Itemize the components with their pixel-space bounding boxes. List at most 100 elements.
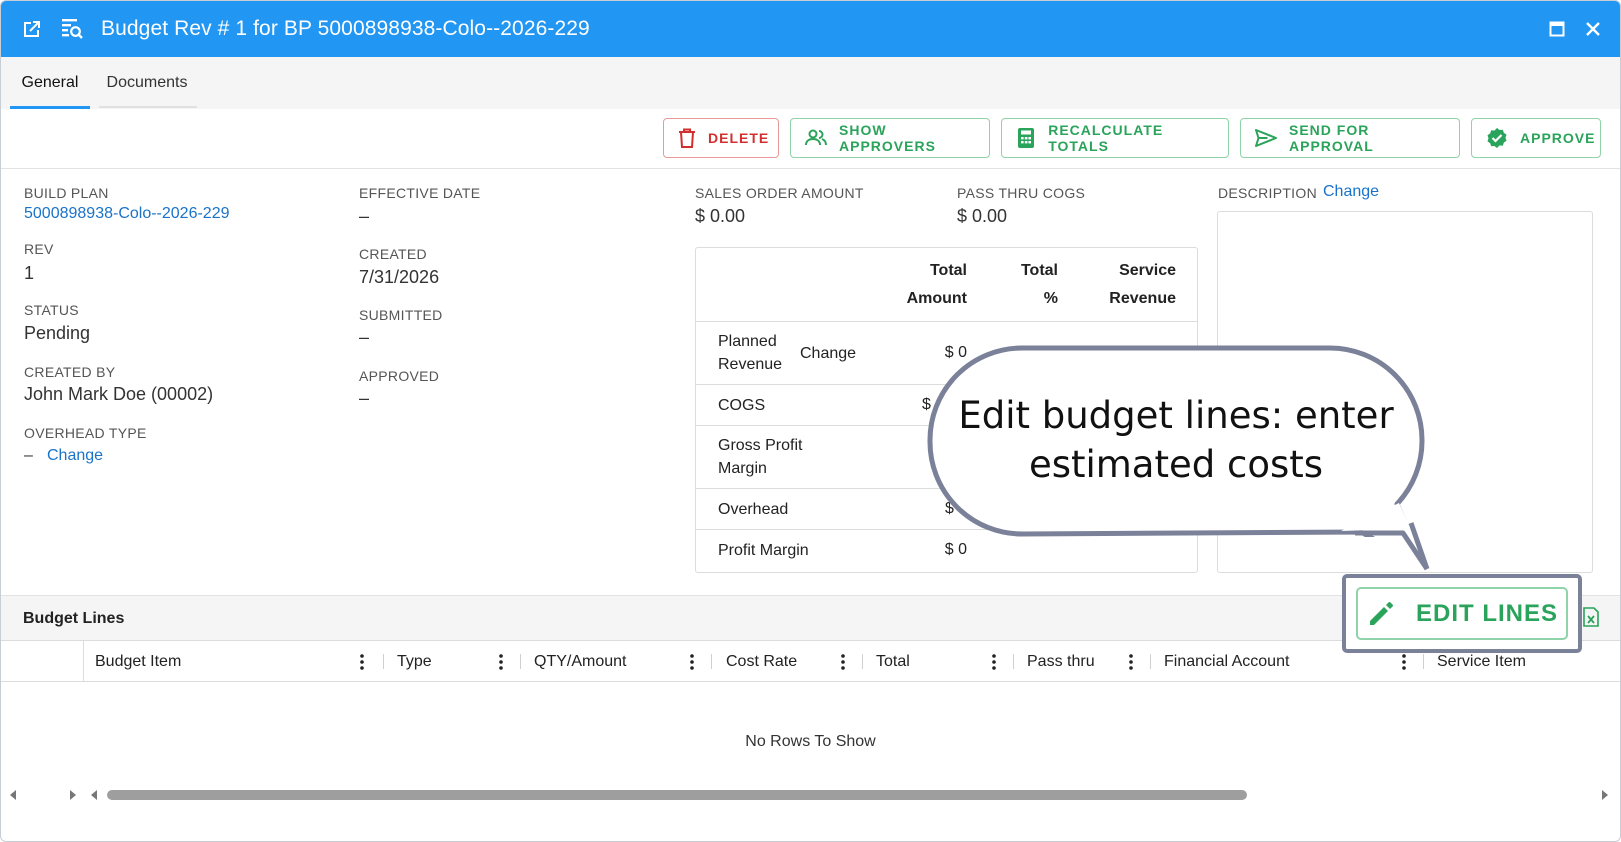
sales-order-amount-value: $ 0.00 [695, 206, 746, 226]
gross-profit-line2: Margin [718, 460, 767, 477]
tab-divider [99, 106, 197, 108]
column-pass-thru[interactable]: Pass thru [1027, 641, 1095, 682]
header-total-pct-line1: Total [1020, 262, 1058, 279]
column-financial-account[interactable]: Financial Account [1164, 641, 1289, 682]
submitted-label: SUBMITTED [359, 307, 443, 323]
delete-label: DELETE [708, 130, 770, 146]
column-divider [383, 654, 384, 669]
show-approvers-button[interactable]: SHOW APPROVERS [790, 118, 990, 158]
effective-date-value: – [359, 206, 370, 226]
tab-documents[interactable]: Documents [97, 57, 197, 109]
delete-button[interactable]: DELETE [663, 118, 779, 158]
excel-export-icon[interactable] [1583, 607, 1599, 627]
header-service-revenue-line2: Revenue [1109, 290, 1176, 307]
callout-text: Edit budget lines: enter estimated costs [927, 391, 1425, 489]
header-total-amount-line1: Total [929, 262, 967, 279]
status-value: Pending [24, 323, 91, 343]
created-by-value: John Mark Doe (00002) [24, 384, 214, 404]
submitted-value: – [359, 327, 370, 347]
overhead-change-link[interactable]: Change [47, 447, 103, 465]
header-total-pct-line2: % [1043, 290, 1058, 307]
recalculate-totals-button[interactable]: RECALCULATE TOTALS [1001, 118, 1229, 158]
summary-header: Total Amount Total % Service Revenue [696, 248, 1197, 322]
effective-date-label: EFFECTIVE DATE [359, 185, 481, 201]
budget-lines-title: Budget Lines [23, 610, 125, 627]
column-menu-icon[interactable] [1126, 652, 1136, 672]
window-title: Budget Rev # 1 for BP 5000898938-Colo--2… [101, 17, 590, 40]
rev-label: REV [24, 241, 54, 257]
column-menu-icon[interactable] [687, 652, 697, 672]
show-approvers-label: SHOW APPROVERS [839, 122, 936, 154]
open-external-icon[interactable] [19, 16, 45, 42]
overhead-amount: $ [945, 500, 954, 517]
column-menu-icon[interactable] [496, 652, 506, 672]
trash-icon [678, 127, 696, 149]
scroll-right-arrow-icon[interactable] [1599, 789, 1611, 801]
title-bar: Budget Rev # 1 for BP 5000898938-Colo--2… [1, 1, 1620, 57]
row-planned-revenue: Planned Revenue Change $ 0 [696, 322, 1197, 385]
action-toolbar: DELETE SHOW APPROVERS RECALCULATE TOTALS… [1, 109, 1620, 169]
callout-pointer [1341, 503, 1430, 571]
approved-value: – [359, 388, 370, 408]
pass-thru-cogs-value: $ 0.00 [957, 206, 1008, 226]
column-divider [711, 654, 712, 669]
build-plan-link[interactable]: 5000898938-Colo--2026-229 [24, 205, 230, 223]
checkbox-column-divider [83, 641, 84, 682]
tab-general[interactable]: General [10, 57, 90, 109]
cogs-label: COGS [718, 397, 766, 414]
column-menu-icon[interactable] [838, 652, 848, 672]
planned-revenue-line2: Revenue [718, 356, 783, 373]
recalculate-label: RECALCULATE TOTALS [1048, 122, 1164, 154]
rev-value: 1 [24, 263, 35, 283]
gross-profit-line1: Gross Profit [718, 437, 803, 454]
column-menu-icon[interactable] [357, 652, 367, 672]
row-overhead: Overhead $ [696, 489, 1197, 530]
planned-revenue-line1: Planned [718, 333, 777, 350]
column-total[interactable]: Total [876, 641, 910, 682]
column-divider [1013, 654, 1014, 669]
profit-margin-amount: $ 0 [944, 541, 967, 558]
scrollbar-thumb[interactable] [107, 790, 1247, 800]
approve-label: APPROVE [1520, 130, 1596, 146]
column-cost-rate[interactable]: Cost Rate [726, 641, 797, 682]
column-qty-amount[interactable]: QTY/Amount [534, 641, 626, 682]
description-change-link[interactable]: Change [1323, 183, 1379, 201]
column-type[interactable]: Type [397, 641, 432, 682]
column-divider [520, 654, 521, 669]
sales-order-amount-label: SALES ORDER AMOUNT [695, 185, 864, 201]
empty-grid-message: No Rows To Show [745, 733, 876, 750]
edit-lines-highlight: EDIT LINES [1342, 574, 1582, 653]
planned-revenue-amount: $ 0 [944, 344, 967, 361]
close-icon[interactable] [1580, 16, 1606, 42]
callout-line-1: Edit budget lines: enter [958, 394, 1394, 437]
overhead-label: Overhead [718, 501, 789, 518]
horizontal-scrollbar[interactable] [1, 787, 1620, 803]
row-profit-margin: Profit Margin $ 0 [696, 530, 1197, 572]
column-menu-icon[interactable] [989, 652, 999, 672]
header-service-revenue-line1: Service [1119, 262, 1176, 279]
tab-bar: General Documents [1, 57, 1620, 109]
search-document-icon[interactable] [59, 16, 85, 42]
profit-margin-label: Profit Margin [718, 542, 809, 559]
approved-label: APPROVED [359, 368, 440, 384]
edit-lines-button[interactable]: EDIT LINES [1356, 587, 1568, 640]
callout-line-2: estimated costs [1028, 443, 1324, 486]
column-divider [1150, 654, 1151, 669]
pencil-icon [1366, 599, 1396, 629]
column-budget-item[interactable]: Budget Item [95, 641, 181, 682]
overhead-type-value: – [24, 447, 33, 464]
created-by-label: CREATED BY [24, 364, 116, 380]
planned-revenue-change-link[interactable]: Change [800, 342, 856, 365]
scroll-left-arrow-icon[interactable] [88, 789, 100, 801]
calculator-icon [1016, 127, 1036, 149]
approve-button[interactable]: APPROVE [1471, 118, 1601, 158]
created-label: CREATED [359, 246, 427, 262]
send-label: SEND FOR APPROVAL [1289, 122, 1374, 154]
scroll-left-arrow-icon[interactable] [7, 789, 19, 801]
column-divider [1423, 654, 1424, 669]
scroll-right-arrow-icon[interactable] [67, 789, 79, 801]
send-for-approval-button[interactable]: SEND FOR APPROVAL [1240, 118, 1460, 158]
column-menu-icon[interactable] [1399, 652, 1409, 672]
maximize-icon[interactable] [1544, 16, 1570, 42]
send-icon [1255, 127, 1277, 149]
